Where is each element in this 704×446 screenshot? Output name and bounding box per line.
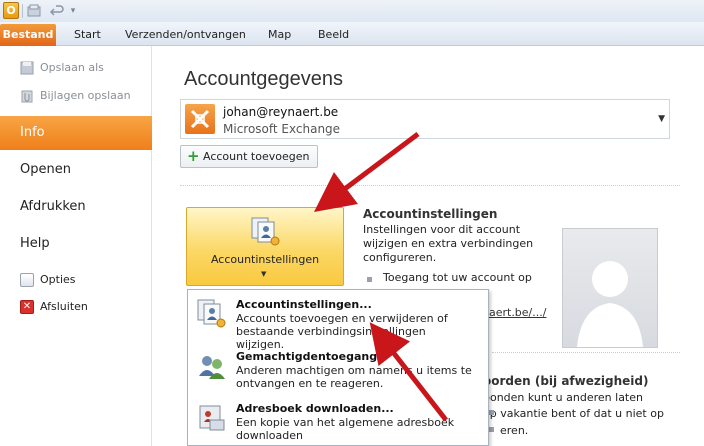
menu-desc-line: Een kopie van het algemene adresboek <box>236 416 455 429</box>
menu-desc-line: Anderen machtigen om namens u items te <box>236 364 472 377</box>
settings-desc-line: wijzigen en extra verbindingen <box>363 237 534 250</box>
ribbon-tabbar: Bestand Start Verzenden/ontvangen Map Be… <box>0 22 704 46</box>
menu-item-download-address-book[interactable]: Adresboek downloaden... Een kopie van he… <box>188 396 488 446</box>
nav-print[interactable]: Afdrukken <box>0 190 152 224</box>
menu-item-account-settings[interactable]: Accountinstellingen... Accounts toevoege… <box>188 292 488 351</box>
account-type: Microsoft Exchange <box>223 122 341 136</box>
nav-options[interactable]: Opties <box>20 270 76 290</box>
chevron-down-icon[interactable]: ▼ <box>658 114 665 124</box>
bullet <box>367 277 372 282</box>
ooo-desc-line: op vakantie bent of dat u niet op <box>483 407 664 420</box>
account-settings-menu: Accountinstellingen... Accounts toevoege… <box>187 289 489 446</box>
attachment-icon <box>20 89 34 103</box>
nav-save-as-label: Opslaan als <box>40 61 104 74</box>
chevron-down-icon: ▼ <box>261 270 267 278</box>
address-book-icon <box>196 402 228 434</box>
menu-item-title: Accountinstellingen... <box>236 298 372 311</box>
nav-options-label: Opties <box>40 273 76 286</box>
tab-map[interactable]: Map <box>268 26 291 44</box>
tab-file[interactable]: Bestand <box>0 24 56 46</box>
add-account-button[interactable]: + Account toevoegen <box>180 145 318 168</box>
menu-item-title: Adresboek downloaden... <box>236 402 394 415</box>
settings-desc-line: configureren. <box>363 251 437 264</box>
menu-desc-line: Accounts toevoegen en verwijderen of <box>236 312 448 325</box>
section-divider <box>180 185 680 186</box>
menu-item-title: Gemachtigdentoegang <box>236 350 378 363</box>
account-email: johan@reynaert.be <box>223 105 339 119</box>
settings-section-desc: Instellingen voor dit account wijzigen e… <box>363 223 563 265</box>
menu-desc-line: downloaden <box>236 429 303 442</box>
page-title: Accountgegevens <box>184 68 344 90</box>
qat-customize-icon[interactable]: ▾ <box>66 4 80 18</box>
nav-help[interactable]: Help <box>0 227 152 261</box>
outlook-app-icon[interactable]: O <box>3 2 19 19</box>
send-receive-icon[interactable] <box>27 4 41 18</box>
exchange-icon <box>185 104 215 134</box>
undo-icon[interactable] <box>49 4 64 18</box>
avatar[interactable] <box>562 228 658 348</box>
nav-exit[interactable]: ✕ Afsluiten <box>20 297 88 317</box>
account-settings-icon <box>196 298 228 330</box>
plus-icon: + <box>187 147 200 165</box>
add-account-label: Account toevoegen <box>203 150 310 163</box>
menu-item-desc: Anderen machtigen om namens u items te o… <box>236 364 476 390</box>
menu-item-desc: Een kopie van het algemene adresboek dow… <box>236 416 476 442</box>
ooo-desc-line: bonden kunt u anderen laten <box>483 391 643 404</box>
options-icon <box>20 273 34 287</box>
account-settings-button-label: Accountinstellingen <box>210 253 320 266</box>
close-icon: ✕ <box>20 300 34 314</box>
account-settings-icon <box>250 216 282 248</box>
title-bar: O ▾ <box>0 0 704 22</box>
web-access-link[interactable]: naert.be/.../ <box>482 306 546 319</box>
settings-section-title: Accountinstellingen <box>363 207 498 221</box>
settings-bullet-text: Toegang tot uw account op <box>383 271 532 284</box>
qat-separator <box>22 4 23 18</box>
ooo-desc-line: eren. <box>500 424 529 437</box>
delegate-users-icon <box>196 350 228 382</box>
tab-send-receive[interactable]: Verzenden/ontvangen <box>125 26 246 44</box>
account-settings-button[interactable]: Accountinstellingen ▼ <box>186 207 344 286</box>
bullet <box>489 427 494 432</box>
tab-view[interactable]: Beeld <box>318 26 349 44</box>
nav-save-attachments-label: Bijlagen opslaan <box>40 89 131 102</box>
backstage-nav: Opslaan als Bijlagen opslaan Info Openen… <box>0 46 162 446</box>
nav-save-attachments[interactable]: Bijlagen opslaan <box>20 86 131 106</box>
settings-desc-line: Instellingen voor dit account <box>363 223 521 236</box>
menu-item-delegate-access[interactable]: Gemachtigdentoegang Anderen machtigen om… <box>188 344 488 396</box>
out-of-office-title: oorden (bij afwezigheid) <box>483 374 649 388</box>
nav-exit-label: Afsluiten <box>40 300 88 313</box>
nav-info[interactable]: Info <box>0 116 162 150</box>
nav-open[interactable]: Openen <box>0 153 152 187</box>
nav-save-as[interactable]: Opslaan als <box>20 58 104 78</box>
save-as-icon <box>20 61 34 75</box>
section-divider <box>492 352 680 353</box>
bullet <box>489 410 494 415</box>
account-selector[interactable]: johan@reynaert.be Microsoft Exchange ▼ <box>180 99 670 139</box>
menu-desc-line: ontvangen en te reageren. <box>236 377 384 390</box>
tab-start[interactable]: Start <box>74 26 101 44</box>
